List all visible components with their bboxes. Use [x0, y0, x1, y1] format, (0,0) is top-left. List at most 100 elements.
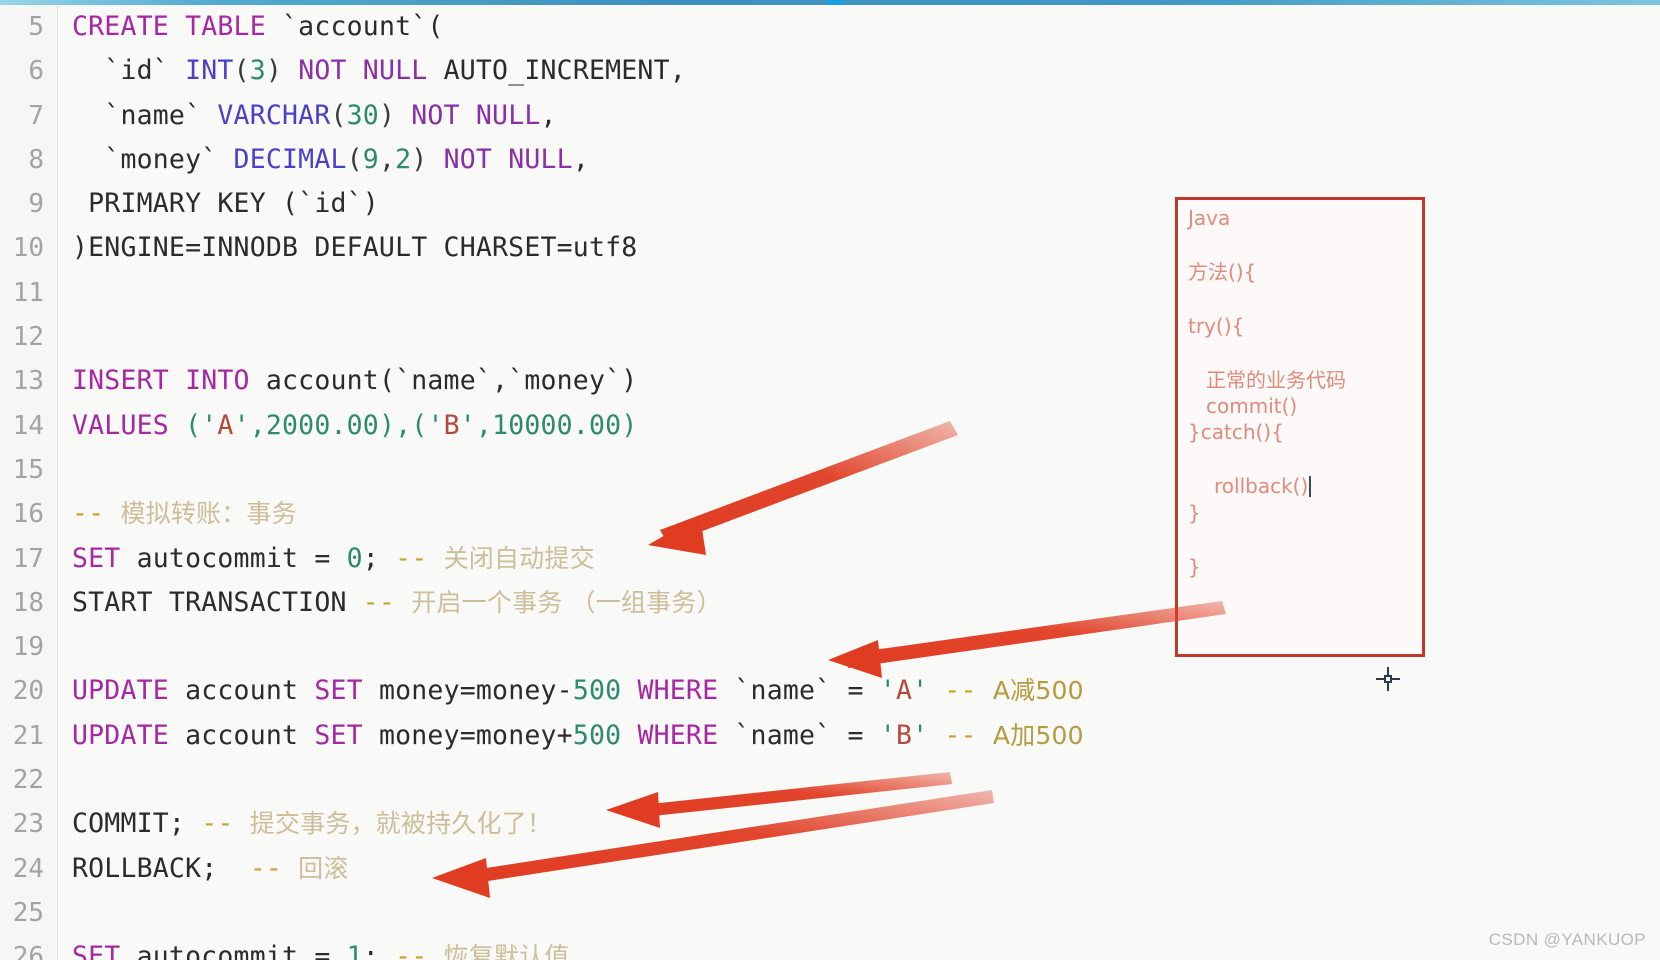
- text-caret: [1309, 476, 1312, 497]
- code-token: VALUES: [72, 409, 186, 441]
- crosshair-center: [1384, 675, 1392, 683]
- code-text: ROLLBACK; -- 回滚: [72, 847, 349, 891]
- code-line[interactable]: 23 COMMIT; -- 提交事务，就被持久化了！: [0, 802, 1660, 846]
- code-line[interactable]: 5 CREATE TABLE `account`(: [0, 5, 1660, 49]
- line-number: 6: [28, 56, 44, 87]
- line-number: 21: [12, 720, 44, 751]
- code-token: money=money+: [378, 719, 573, 751]
- line-number: 17: [12, 543, 44, 574]
- code-token: --: [395, 542, 444, 574]
- code-line[interactable]: 8 `money` DECIMAL(9,2) NOT NULL,: [0, 138, 1660, 182]
- code-token: `name` =: [734, 675, 880, 707]
- code-text: START TRANSACTION -- 开启一个事务 （一组事务）: [72, 581, 722, 625]
- code-text: INSERT INTO account(`name`,`money`): [72, 359, 637, 403]
- annotation-line-text: Java: [1188, 206, 1231, 230]
- code-line[interactable]: 20 UPDATE account SET money=money-500 WHE…: [0, 669, 1660, 713]
- code-token: 2000.00: [265, 409, 379, 441]
- line-number: 19: [12, 632, 44, 663]
- crosshair-cursor: [1376, 667, 1400, 691]
- code-token: B: [895, 719, 913, 751]
- line-number: 13: [12, 366, 44, 397]
- code-token: ROLLBACK;: [72, 852, 250, 884]
- code-token: --: [362, 586, 412, 618]
- annotation-line: Java: [1188, 208, 1418, 228]
- code-text: -- 模拟转账：事务: [72, 492, 297, 536]
- code-token: START TRANSACTION: [72, 586, 363, 618]
- code-token: (: [330, 99, 347, 131]
- code-token: INT: [185, 55, 234, 87]
- code-token: 3: [249, 55, 266, 87]
- code-token: (: [346, 143, 363, 175]
- line-number: 16: [12, 499, 44, 530]
- code-line[interactable]: 22: [0, 758, 1660, 802]
- code-token: ): [378, 99, 412, 131]
- line-number: 26: [12, 942, 44, 960]
- code-token: --: [201, 808, 250, 840]
- line-number: 22: [12, 765, 44, 796]
- line-number: 24: [12, 853, 44, 884]
- code-text: SET autocommit = 0; -- 关闭自动提交: [72, 537, 595, 581]
- code-token: 回滚: [298, 853, 349, 883]
- code-token: 500: [572, 675, 622, 707]
- code-line[interactable]: 6 `id` INT(3) NOT NULL AUTO_INCREMENT,: [0, 49, 1660, 93]
- code-token: WHERE: [637, 675, 735, 707]
- code-token: UPDATE: [72, 675, 186, 707]
- line-number: 15: [12, 454, 44, 485]
- line-number: 5: [28, 12, 44, 42]
- code-token: )ENGINE=INNODB DEFAULT CHARSET=utf8: [72, 232, 638, 264]
- code-line[interactable]: 24 ROLLBACK; -- 回滚: [0, 847, 1660, 891]
- code-text: UPDATE account SET money=money-500 WHERE…: [72, 669, 1084, 713]
- code-token: `name`: [72, 99, 218, 131]
- code-line[interactable]: 7 `name` VARCHAR(30) NOT NULL,: [0, 94, 1660, 138]
- line-number: 12: [12, 322, 44, 353]
- code-token: A加500: [992, 720, 1084, 750]
- annotation-line: }: [1188, 503, 1418, 523]
- code-token: --: [944, 719, 993, 751]
- code-text: UPDATE account SET money=money+500 WHERE…: [72, 714, 1084, 758]
- line-number: 9: [28, 189, 44, 220]
- code-token: 关闭自动提交: [443, 543, 595, 573]
- code-token: 1: [346, 941, 363, 960]
- annotation-line: }catch(){: [1188, 422, 1418, 442]
- code-token: ,: [378, 143, 396, 175]
- code-token: ': [912, 719, 945, 751]
- code-text: PRIMARY KEY (`id`): [72, 182, 379, 226]
- code-line[interactable]: 21 UPDATE account SET money=money+500 WHE…: [0, 714, 1660, 758]
- line-number: 7: [28, 100, 44, 131]
- code-token: --: [72, 498, 121, 530]
- code-token: `money`: [72, 143, 234, 175]
- code-token: ,: [475, 409, 493, 441]
- code-token: NOT NULL: [298, 55, 444, 87]
- code-token: 10000.00: [492, 409, 622, 441]
- code-line[interactable]: 25: [0, 891, 1660, 935]
- code-token: AUTO_INCREMENT,: [443, 55, 686, 87]
- annotation-line-text: commit(): [1206, 394, 1298, 418]
- code-line[interactable]: 26 SET autocommit = 1; -- 恢复默认值: [0, 935, 1660, 960]
- code-token: PRIMARY KEY (`id`): [72, 188, 379, 220]
- code-text: `name` VARCHAR(30) NOT NULL,: [72, 94, 557, 138]
- code-token: A: [895, 675, 913, 707]
- code-token: ,: [572, 143, 589, 175]
- code-token: ,: [540, 99, 557, 131]
- code-token: autocommit =: [136, 542, 347, 574]
- line-number: 11: [12, 277, 44, 308]
- code-token: ),(: [378, 409, 428, 441]
- code-token: SET: [314, 675, 379, 707]
- code-token: A减500: [992, 676, 1084, 706]
- code-token: ): [411, 143, 444, 175]
- code-token: 恢复默认值: [443, 942, 570, 960]
- code-token: DECIMAL: [233, 143, 347, 175]
- code-token: ': [879, 719, 896, 751]
- code-token: ,: [249, 409, 266, 441]
- code-text: `id` INT(3) NOT NULL AUTO_INCREMENT,: [72, 49, 686, 93]
- annotation-line-text: 方法(){: [1188, 260, 1257, 284]
- code-token: (: [185, 409, 202, 441]
- code-token: 500: [572, 719, 622, 751]
- code-text: `money` DECIMAL(9,2) NOT NULL,: [72, 138, 589, 182]
- code-token: money=money-: [378, 675, 573, 707]
- line-number: 25: [12, 897, 44, 928]
- annotation-line: try(){: [1188, 316, 1418, 336]
- annotation-line-text: }: [1188, 501, 1201, 525]
- code-token: ': [912, 675, 945, 707]
